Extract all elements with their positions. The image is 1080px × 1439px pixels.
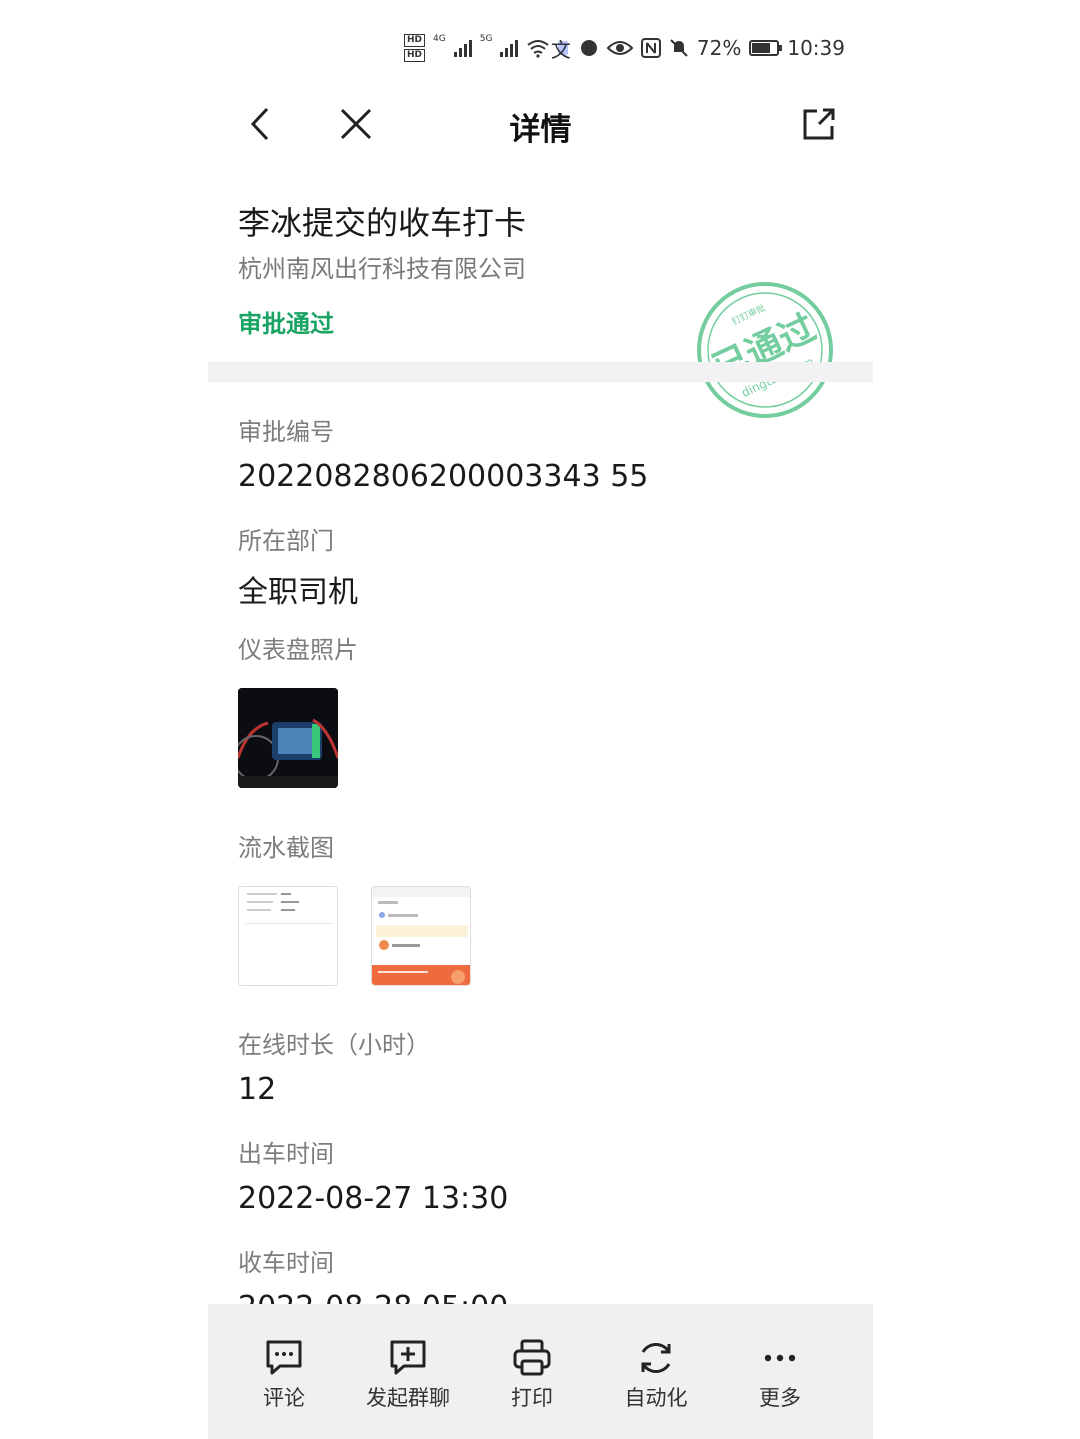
- signal-icon-2: [500, 39, 519, 57]
- nfc-icon: [640, 38, 661, 58]
- status-bar: HD HD 4G 5G 文 72% 10:39: [208, 28, 873, 68]
- group-chat-button[interactable]: 发起群聊: [348, 1338, 468, 1412]
- eye-icon: [606, 41, 633, 55]
- depart-time-label: 出车时间: [238, 1140, 334, 1168]
- section-divider: [208, 362, 873, 382]
- nav-bar: 详情: [208, 90, 873, 160]
- mute-icon: [670, 39, 688, 57]
- translate-icon: 文: [550, 37, 571, 62]
- approval-title: 李冰提交的收车打卡: [238, 204, 527, 242]
- comment-label: 评论: [263, 1386, 305, 1410]
- comment-button[interactable]: 评论: [224, 1338, 344, 1412]
- automation-icon: [641, 1342, 671, 1374]
- more-button[interactable]: 更多: [720, 1338, 840, 1412]
- flow-screenshot-label: 流水截图: [238, 834, 334, 862]
- online-duration-value: 12: [238, 1072, 277, 1107]
- network-5g-label: 5G: [479, 34, 493, 44]
- approved-stamp: 钉钉审批 已通过 dingtalk.com: [697, 282, 833, 418]
- battery-fill: [752, 43, 770, 53]
- approval-number-label: 审批编号: [238, 418, 334, 446]
- approval-number: 2022082806200003343 55: [238, 459, 649, 494]
- group-chat-label: 发起群聊: [366, 1386, 450, 1410]
- clock: 10:39: [787, 36, 845, 60]
- flow-screenshot-thumbnail-1[interactable]: [238, 886, 338, 986]
- page-title: 详情: [509, 112, 572, 148]
- battery-icon: [749, 40, 783, 56]
- company-name: 杭州南风出行科技有限公司: [238, 255, 526, 283]
- dashboard-photo-label: 仪表盘照片: [238, 636, 358, 664]
- more-label: 更多: [759, 1386, 801, 1410]
- hd-icon: HD HD: [404, 34, 426, 62]
- group-chat-icon: [390, 1340, 426, 1375]
- automation-button[interactable]: 自动化: [596, 1338, 716, 1412]
- dashboard-photo-thumbnail[interactable]: [238, 688, 338, 788]
- flow-screenshot-thumbnail-2[interactable]: [371, 886, 471, 986]
- status-right: 文 72% 10:39: [551, 28, 845, 68]
- approval-status: 审批通过: [238, 310, 334, 338]
- department-value: 全职司机: [238, 575, 358, 610]
- automation-label: 自动化: [624, 1386, 688, 1410]
- network-4g-label: 4G: [433, 34, 446, 44]
- department-label: 所在部门: [238, 527, 334, 555]
- stamp-small-text: 钉钉审批: [730, 302, 768, 328]
- print-icon: [513, 1339, 551, 1376]
- print-button[interactable]: 打印: [472, 1338, 592, 1412]
- flow-screenshot-image-1: [245, 893, 333, 924]
- more-icon: [764, 1354, 796, 1362]
- depart-time-value: 2022-08-27 13:30: [238, 1181, 509, 1216]
- flow-screenshot-image-2: [372, 887, 470, 985]
- return-time-label: 收车时间: [238, 1249, 334, 1277]
- status-left: HD HD 4G 5G: [404, 28, 569, 68]
- dashboard-image: [238, 688, 338, 788]
- print-label: 打印: [511, 1386, 553, 1410]
- hd-label-1: HD: [404, 34, 426, 47]
- wifi-icon: [527, 40, 550, 58]
- battery-percent: 72%: [696, 36, 742, 60]
- hd-label-2: HD: [404, 49, 426, 62]
- comment-icon: [266, 1340, 302, 1375]
- signal-icon: [453, 39, 472, 57]
- bottom-action-bar: 评论 发起群聊 打印 自动化 更多: [208, 1304, 873, 1439]
- globe-icon: [580, 40, 597, 56]
- app-screen: HD HD 4G 5G 文 72% 10:39 详情 李冰提交的收车打卡 杭州南…: [208, 0, 873, 1439]
- share-icon[interactable]: [799, 104, 839, 144]
- online-duration-label: 在线时长（小时）: [238, 1031, 430, 1059]
